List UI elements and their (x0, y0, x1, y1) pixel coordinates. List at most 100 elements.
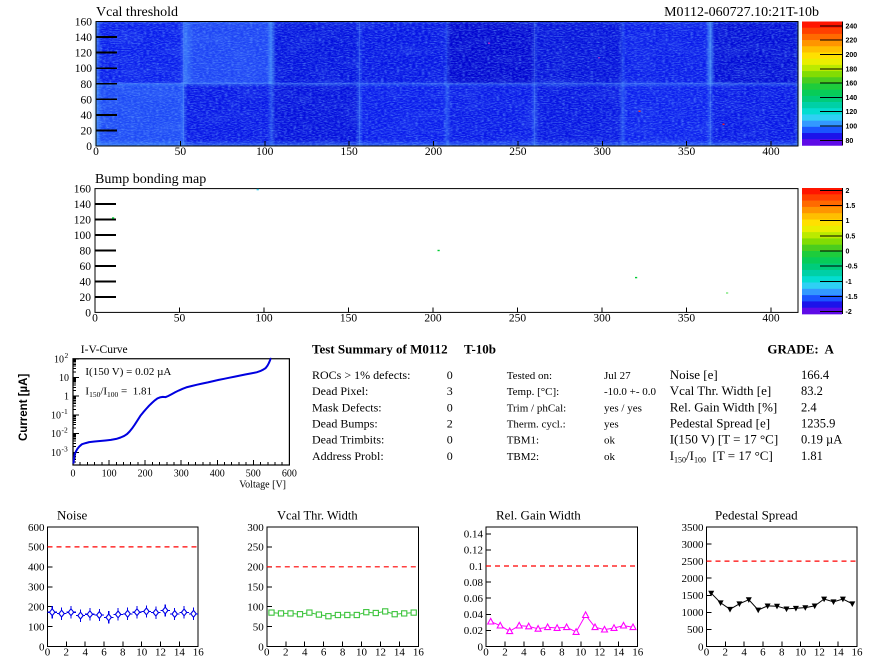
svg-text:4: 4 (302, 647, 308, 659)
svg-text:0: 0 (71, 469, 76, 480)
svg-text:10: 10 (59, 373, 69, 384)
svg-text:8: 8 (340, 647, 346, 659)
svg-text:200: 200 (424, 313, 442, 325)
svg-text:300: 300 (28, 582, 45, 594)
svg-text:10: 10 (51, 410, 61, 421)
svg-text:40: 40 (80, 276, 92, 288)
svg-text:80: 80 (80, 246, 92, 258)
svg-text:300: 300 (247, 522, 264, 534)
svg-text:I-V-Curve: I-V-Curve (81, 344, 128, 356)
svg-text:ok: ok (604, 451, 616, 463)
svg-text:100: 100 (255, 313, 273, 325)
svg-text:2: 2 (723, 647, 729, 659)
svg-text:10: 10 (356, 647, 368, 659)
svg-text:0.12: 0.12 (464, 545, 483, 557)
svg-text:500: 500 (246, 469, 261, 480)
svg-text:1: 1 (64, 392, 69, 403)
svg-text:I(150 V) = 0.02 µA: I(150 V) = 0.02 µA (85, 366, 171, 378)
svg-text:-2: -2 (62, 426, 68, 435)
svg-text:0.06: 0.06 (464, 593, 484, 605)
svg-text:100: 100 (28, 621, 45, 633)
svg-text:0: 0 (447, 368, 453, 382)
svg-text:4: 4 (521, 647, 527, 659)
svg-text:60: 60 (81, 94, 93, 106)
svg-text:250: 250 (509, 313, 527, 325)
svg-text:10: 10 (795, 647, 807, 659)
svg-text:12: 12 (375, 647, 386, 659)
svg-text:3000: 3000 (682, 539, 705, 551)
svg-text:20: 20 (80, 292, 92, 304)
svg-text:Temp. [°C]:: Temp. [°C]: (507, 386, 560, 398)
svg-text:-3: -3 (62, 444, 68, 453)
svg-text:8: 8 (120, 647, 126, 659)
svg-text:10: 10 (51, 448, 61, 459)
svg-text:0: 0 (704, 647, 710, 659)
svg-text:3500: 3500 (682, 522, 705, 534)
svg-text:0: 0 (483, 647, 489, 659)
svg-text:200: 200 (247, 562, 264, 574)
svg-text:300: 300 (174, 469, 189, 480)
svg-text:1500: 1500 (682, 590, 705, 602)
svg-text:6: 6 (760, 647, 766, 659)
svg-text:100: 100 (74, 230, 92, 242)
svg-text:0: 0 (846, 249, 850, 256)
svg-text:10: 10 (575, 647, 587, 659)
svg-text:T-10b: T-10b (464, 341, 496, 356)
svg-text:400: 400 (210, 469, 225, 480)
svg-text:120: 120 (74, 215, 92, 227)
svg-text:140: 140 (75, 32, 93, 44)
svg-text:0.19 µA: 0.19 µA (801, 433, 842, 447)
svg-text:6: 6 (101, 647, 107, 659)
svg-text:1000: 1000 (682, 607, 705, 619)
svg-text:1.5: 1.5 (846, 203, 856, 210)
svg-text:16: 16 (632, 647, 644, 659)
svg-text:40: 40 (81, 110, 93, 122)
svg-text:80: 80 (81, 79, 93, 91)
svg-text:600: 600 (28, 522, 45, 534)
svg-text:TBM1:: TBM1: (507, 435, 539, 447)
svg-text:0: 0 (86, 141, 92, 153)
svg-text:100: 100 (75, 63, 93, 75)
svg-text:400: 400 (762, 313, 780, 325)
svg-text:600: 600 (282, 469, 297, 480)
svg-text:Vcal Thr. Width: Vcal Thr. Width (277, 509, 358, 523)
svg-text:16: 16 (193, 647, 205, 659)
svg-text:2: 2 (846, 188, 850, 195)
svg-text:160: 160 (74, 184, 92, 196)
svg-text:100: 100 (846, 124, 858, 131)
svg-text:100: 100 (247, 602, 264, 614)
svg-text:100: 100 (256, 146, 274, 158)
svg-text:300: 300 (594, 146, 612, 158)
svg-text:1: 1 (846, 218, 850, 225)
svg-text:240: 240 (846, 23, 858, 30)
svg-text:I(150 V) [T = 17 °C]: I(150 V) [T = 17 °C] (670, 432, 778, 447)
svg-text:Address Probl:: Address Probl: (312, 449, 384, 463)
svg-text:200: 200 (28, 602, 45, 614)
svg-text:Dead Trimbits:: Dead Trimbits: (312, 433, 384, 447)
svg-text:Therm. cycl.:: Therm. cycl.: (507, 418, 566, 430)
svg-text:120: 120 (846, 109, 858, 116)
svg-text:-1: -1 (846, 279, 852, 286)
svg-text:Voltage [V]: Voltage [V] (239, 480, 286, 491)
svg-text:350: 350 (678, 313, 696, 325)
svg-text:500: 500 (687, 624, 704, 636)
svg-text:4: 4 (82, 647, 88, 659)
svg-text:14: 14 (394, 647, 406, 659)
svg-text:0: 0 (45, 647, 51, 659)
svg-text:0.14: 0.14 (464, 529, 484, 541)
svg-text:Test Summary of M0112: Test Summary of M0112 (312, 341, 448, 356)
svg-text:16: 16 (852, 647, 864, 659)
svg-text:500: 500 (28, 542, 45, 554)
svg-text:12: 12 (155, 647, 166, 659)
svg-text:166.4: 166.4 (801, 368, 830, 382)
svg-text:12: 12 (594, 647, 605, 659)
svg-text:14: 14 (174, 647, 186, 659)
svg-text:10: 10 (51, 429, 61, 440)
svg-text:Mask Defects:: Mask Defects: (312, 400, 382, 414)
svg-text:0.04: 0.04 (464, 609, 484, 621)
svg-text:0: 0 (447, 400, 453, 414)
svg-text:2: 2 (65, 351, 69, 360)
svg-text:400: 400 (28, 562, 45, 574)
svg-text:0: 0 (447, 433, 453, 447)
svg-text:0.08: 0.08 (464, 577, 484, 589)
